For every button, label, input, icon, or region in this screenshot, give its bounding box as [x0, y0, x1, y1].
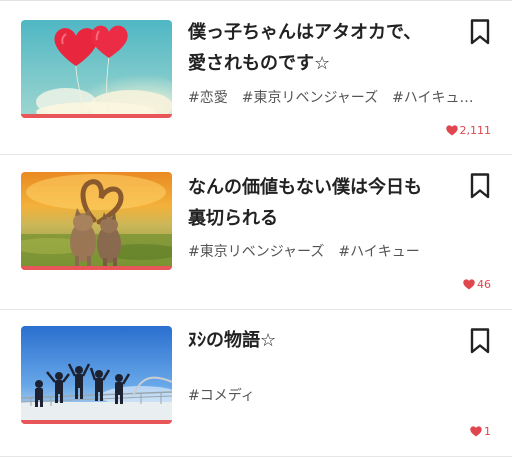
- story-tags: #コメディ: [188, 385, 494, 407]
- story-title[interactable]: 僕っ子ちゃんはアタオカで、 愛されものです☆: [188, 17, 446, 79]
- like-count-value: 2,111: [459, 123, 492, 137]
- story-tags: #恋愛 #東京リベンジャーズ #ハイキュ…: [188, 87, 494, 109]
- heart-icon: [470, 425, 482, 436]
- bookmark-icon[interactable]: [470, 19, 490, 45]
- story-thumbnail[interactable]: [21, 20, 172, 118]
- bookmark-icon[interactable]: [470, 173, 490, 199]
- like-count-value: 46: [477, 277, 491, 291]
- tag-link[interactable]: #東京リベンジャーズ: [188, 244, 324, 260]
- tag-link[interactable]: #東京リベンジャーズ: [242, 90, 378, 106]
- cats-heart-tail-image: [21, 172, 172, 270]
- heart-icon: [463, 278, 475, 289]
- students-jumping-image: [21, 326, 172, 424]
- story-thumbnail[interactable]: [21, 172, 172, 270]
- like-count-value: 1: [484, 424, 491, 438]
- like-count: 46: [463, 276, 491, 292]
- tags-ellipsis: …: [459, 90, 474, 106]
- story-card[interactable]: ﾇｼの物語☆ #コメディ 1: [0, 310, 512, 457]
- heart-icon: [445, 124, 458, 135]
- tag-link[interactable]: #ハイキュー: [338, 244, 419, 260]
- story-card[interactable]: 僕っ子ちゃんはアタオカで、 愛されものです☆ #恋愛 #東京リベンジャーズ #ハイキュ…: [0, 0, 512, 155]
- story-card[interactable]: なんの価値もない僕は今日も 裏切られる #東京リベンジャーズ #ハイキュー 46: [0, 155, 512, 310]
- tag-link[interactable]: #ハイキュ: [392, 90, 459, 106]
- tag-link[interactable]: #コメディ: [188, 388, 255, 404]
- thumbnail-accent-bar: [21, 266, 172, 270]
- heart-balloons-image: [21, 20, 172, 118]
- thumbnail-accent-bar: [21, 420, 172, 424]
- thumbnail-accent-bar: [21, 114, 172, 118]
- bookmark-icon[interactable]: [470, 328, 490, 354]
- story-title[interactable]: ﾇｼの物語☆: [188, 325, 446, 356]
- story-title[interactable]: なんの価値もない僕は今日も 裏切られる: [188, 172, 446, 234]
- story-thumbnail[interactable]: [21, 326, 172, 424]
- story-tags: #東京リベンジャーズ #ハイキュー: [188, 241, 494, 263]
- tag-link[interactable]: #恋愛: [188, 90, 228, 106]
- like-count: 1: [470, 423, 491, 439]
- like-count: 2,111: [445, 122, 492, 138]
